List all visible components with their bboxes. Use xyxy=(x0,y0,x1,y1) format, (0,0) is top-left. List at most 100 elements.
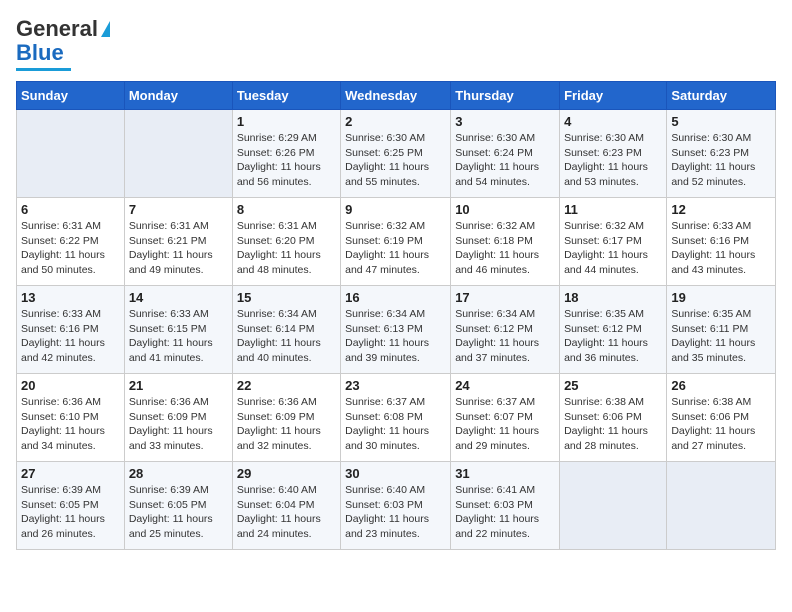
day-info: Sunrise: 6:36 AM Sunset: 6:10 PM Dayligh… xyxy=(21,395,120,454)
calendar-cell: 7Sunrise: 6:31 AM Sunset: 6:21 PM Daylig… xyxy=(124,198,232,286)
calendar-cell: 1 Sunrise: 6:29 AM Sunset: 6:26 PM Daylig… xyxy=(232,110,340,198)
day-info: Sunrise: 6:30 AM Sunset: 6:24 PM Dayligh… xyxy=(455,131,555,190)
day-number: 30 xyxy=(345,466,446,481)
weekday-header: Monday xyxy=(124,82,232,110)
calendar-week-row: 20 Sunrise: 6:36 AM Sunset: 6:10 PM Dayli… xyxy=(17,374,776,462)
calendar-table: SundayMondayTuesdayWednesdayThursdayFrid… xyxy=(16,81,776,550)
calendar-week-row: 27 Sunrise: 6:39 AM Sunset: 6:05 PM Dayli… xyxy=(17,462,776,550)
calendar-cell: 9Sunrise: 6:32 AM Sunset: 6:19 PM Daylig… xyxy=(341,198,451,286)
day-number: 18 xyxy=(564,290,662,305)
day-info: Sunrise: 6:29 AM Sunset: 6:26 PM Dayligh… xyxy=(237,131,336,190)
day-number: 26 xyxy=(671,378,771,393)
day-number: 10 xyxy=(455,202,555,217)
day-info: Sunrise: 6:41 AM Sunset: 6:03 PM Dayligh… xyxy=(455,483,555,542)
day-info: Sunrise: 6:33 AM Sunset: 6:16 PM Dayligh… xyxy=(21,307,120,366)
day-number: 16 xyxy=(345,290,446,305)
calendar-cell: 4 Sunrise: 6:30 AM Sunset: 6:23 PM Daylig… xyxy=(560,110,667,198)
day-info: Sunrise: 6:31 AM Sunset: 6:20 PM Dayligh… xyxy=(237,219,336,278)
day-info: Sunrise: 6:30 AM Sunset: 6:25 PM Dayligh… xyxy=(345,131,446,190)
day-number: 14 xyxy=(129,290,228,305)
calendar-week-row: 13 Sunrise: 6:33 AM Sunset: 6:16 PM Dayli… xyxy=(17,286,776,374)
calendar-cell: 17Sunrise: 6:34 AM Sunset: 6:12 PM Dayli… xyxy=(451,286,560,374)
day-number: 22 xyxy=(237,378,336,393)
day-info: Sunrise: 6:39 AM Sunset: 6:05 PM Dayligh… xyxy=(21,483,120,542)
calendar-cell: 16 Sunrise: 6:34 AM Sunset: 6:13 PM Dayli… xyxy=(341,286,451,374)
day-number: 9 xyxy=(345,202,446,217)
page-header: General Blue xyxy=(16,16,776,71)
day-info: Sunrise: 6:35 AM Sunset: 6:11 PM Dayligh… xyxy=(671,307,771,366)
day-info: Sunrise: 6:31 AM Sunset: 6:21 PM Dayligh… xyxy=(129,219,228,278)
day-number: 1 xyxy=(237,114,336,129)
day-number: 17 xyxy=(455,290,555,305)
weekday-header: Tuesday xyxy=(232,82,340,110)
logo-underline xyxy=(16,68,71,71)
day-number: 6 xyxy=(21,202,120,217)
day-info: Sunrise: 6:33 AM Sunset: 6:15 PM Dayligh… xyxy=(129,307,228,366)
day-number: 4 xyxy=(564,114,662,129)
day-number: 2 xyxy=(345,114,446,129)
day-info: Sunrise: 6:34 AM Sunset: 6:14 PM Dayligh… xyxy=(237,307,336,366)
day-number: 13 xyxy=(21,290,120,305)
calendar-week-row: 1 Sunrise: 6:29 AM Sunset: 6:26 PM Daylig… xyxy=(17,110,776,198)
day-info: Sunrise: 6:39 AM Sunset: 6:05 PM Dayligh… xyxy=(129,483,228,542)
calendar-cell: 2 Sunrise: 6:30 AM Sunset: 6:25 PM Daylig… xyxy=(341,110,451,198)
calendar-cell xyxy=(17,110,125,198)
calendar-cell: 3 Sunrise: 6:30 AM Sunset: 6:24 PM Daylig… xyxy=(451,110,560,198)
calendar-cell: 14 Sunrise: 6:33 AM Sunset: 6:15 PM Dayli… xyxy=(124,286,232,374)
day-number: 5 xyxy=(671,114,771,129)
day-number: 21 xyxy=(129,378,228,393)
calendar-cell: 8 Sunrise: 6:31 AM Sunset: 6:20 PM Daylig… xyxy=(232,198,340,286)
day-info: Sunrise: 6:30 AM Sunset: 6:23 PM Dayligh… xyxy=(671,131,771,190)
calendar-cell: 30 Sunrise: 6:40 AM Sunset: 6:03 PM Dayli… xyxy=(341,462,451,550)
day-number: 12 xyxy=(671,202,771,217)
calendar-cell xyxy=(124,110,232,198)
day-info: Sunrise: 6:38 AM Sunset: 6:06 PM Dayligh… xyxy=(671,395,771,454)
calendar-cell: 29Sunrise: 6:40 AM Sunset: 6:04 PM Dayli… xyxy=(232,462,340,550)
calendar-header: SundayMondayTuesdayWednesdayThursdayFrid… xyxy=(17,82,776,110)
logo-arrow-icon xyxy=(101,21,110,37)
calendar-cell: 6 Sunrise: 6:31 AM Sunset: 6:22 PM Daylig… xyxy=(17,198,125,286)
day-number: 20 xyxy=(21,378,120,393)
calendar-cell: 23Sunrise: 6:37 AM Sunset: 6:08 PM Dayli… xyxy=(341,374,451,462)
day-number: 27 xyxy=(21,466,120,481)
day-info: Sunrise: 6:34 AM Sunset: 6:13 PM Dayligh… xyxy=(345,307,446,366)
calendar-cell: 26 Sunrise: 6:38 AM Sunset: 6:06 PM Dayli… xyxy=(667,374,776,462)
day-info: Sunrise: 6:40 AM Sunset: 6:03 PM Dayligh… xyxy=(345,483,446,542)
calendar-cell: 22 Sunrise: 6:36 AM Sunset: 6:09 PM Dayli… xyxy=(232,374,340,462)
calendar-cell: 11Sunrise: 6:32 AM Sunset: 6:17 PM Dayli… xyxy=(560,198,667,286)
day-info: Sunrise: 6:36 AM Sunset: 6:09 PM Dayligh… xyxy=(237,395,336,454)
calendar-cell: 31 Sunrise: 6:41 AM Sunset: 6:03 PM Dayli… xyxy=(451,462,560,550)
calendar-cell: 20 Sunrise: 6:36 AM Sunset: 6:10 PM Dayli… xyxy=(17,374,125,462)
day-number: 25 xyxy=(564,378,662,393)
day-number: 19 xyxy=(671,290,771,305)
day-number: 8 xyxy=(237,202,336,217)
weekday-header: Wednesday xyxy=(341,82,451,110)
weekday-header: Saturday xyxy=(667,82,776,110)
day-info: Sunrise: 6:31 AM Sunset: 6:22 PM Dayligh… xyxy=(21,219,120,278)
day-number: 3 xyxy=(455,114,555,129)
calendar-cell: 27 Sunrise: 6:39 AM Sunset: 6:05 PM Dayli… xyxy=(17,462,125,550)
day-number: 31 xyxy=(455,466,555,481)
calendar-cell: 10Sunrise: 6:32 AM Sunset: 6:18 PM Dayli… xyxy=(451,198,560,286)
calendar-cell: 13 Sunrise: 6:33 AM Sunset: 6:16 PM Dayli… xyxy=(17,286,125,374)
calendar-cell: 5 Sunrise: 6:30 AM Sunset: 6:23 PM Daylig… xyxy=(667,110,776,198)
calendar-cell: 24 Sunrise: 6:37 AM Sunset: 6:07 PM Dayli… xyxy=(451,374,560,462)
calendar-cell: 21 Sunrise: 6:36 AM Sunset: 6:09 PM Dayli… xyxy=(124,374,232,462)
logo: General Blue xyxy=(16,16,110,71)
day-info: Sunrise: 6:37 AM Sunset: 6:07 PM Dayligh… xyxy=(455,395,555,454)
calendar-cell: 28 Sunrise: 6:39 AM Sunset: 6:05 PM Dayli… xyxy=(124,462,232,550)
day-info: Sunrise: 6:40 AM Sunset: 6:04 PM Dayligh… xyxy=(237,483,336,542)
day-info: Sunrise: 6:36 AM Sunset: 6:09 PM Dayligh… xyxy=(129,395,228,454)
calendar-cell xyxy=(667,462,776,550)
logo-general: General xyxy=(16,16,98,42)
day-number: 15 xyxy=(237,290,336,305)
weekday-header: Sunday xyxy=(17,82,125,110)
day-info: Sunrise: 6:38 AM Sunset: 6:06 PM Dayligh… xyxy=(564,395,662,454)
day-info: Sunrise: 6:35 AM Sunset: 6:12 PM Dayligh… xyxy=(564,307,662,366)
calendar-cell: 15 Sunrise: 6:34 AM Sunset: 6:14 PM Dayli… xyxy=(232,286,340,374)
day-info: Sunrise: 6:30 AM Sunset: 6:23 PM Dayligh… xyxy=(564,131,662,190)
day-number: 24 xyxy=(455,378,555,393)
weekday-header: Thursday xyxy=(451,82,560,110)
weekday-header: Friday xyxy=(560,82,667,110)
day-number: 28 xyxy=(129,466,228,481)
